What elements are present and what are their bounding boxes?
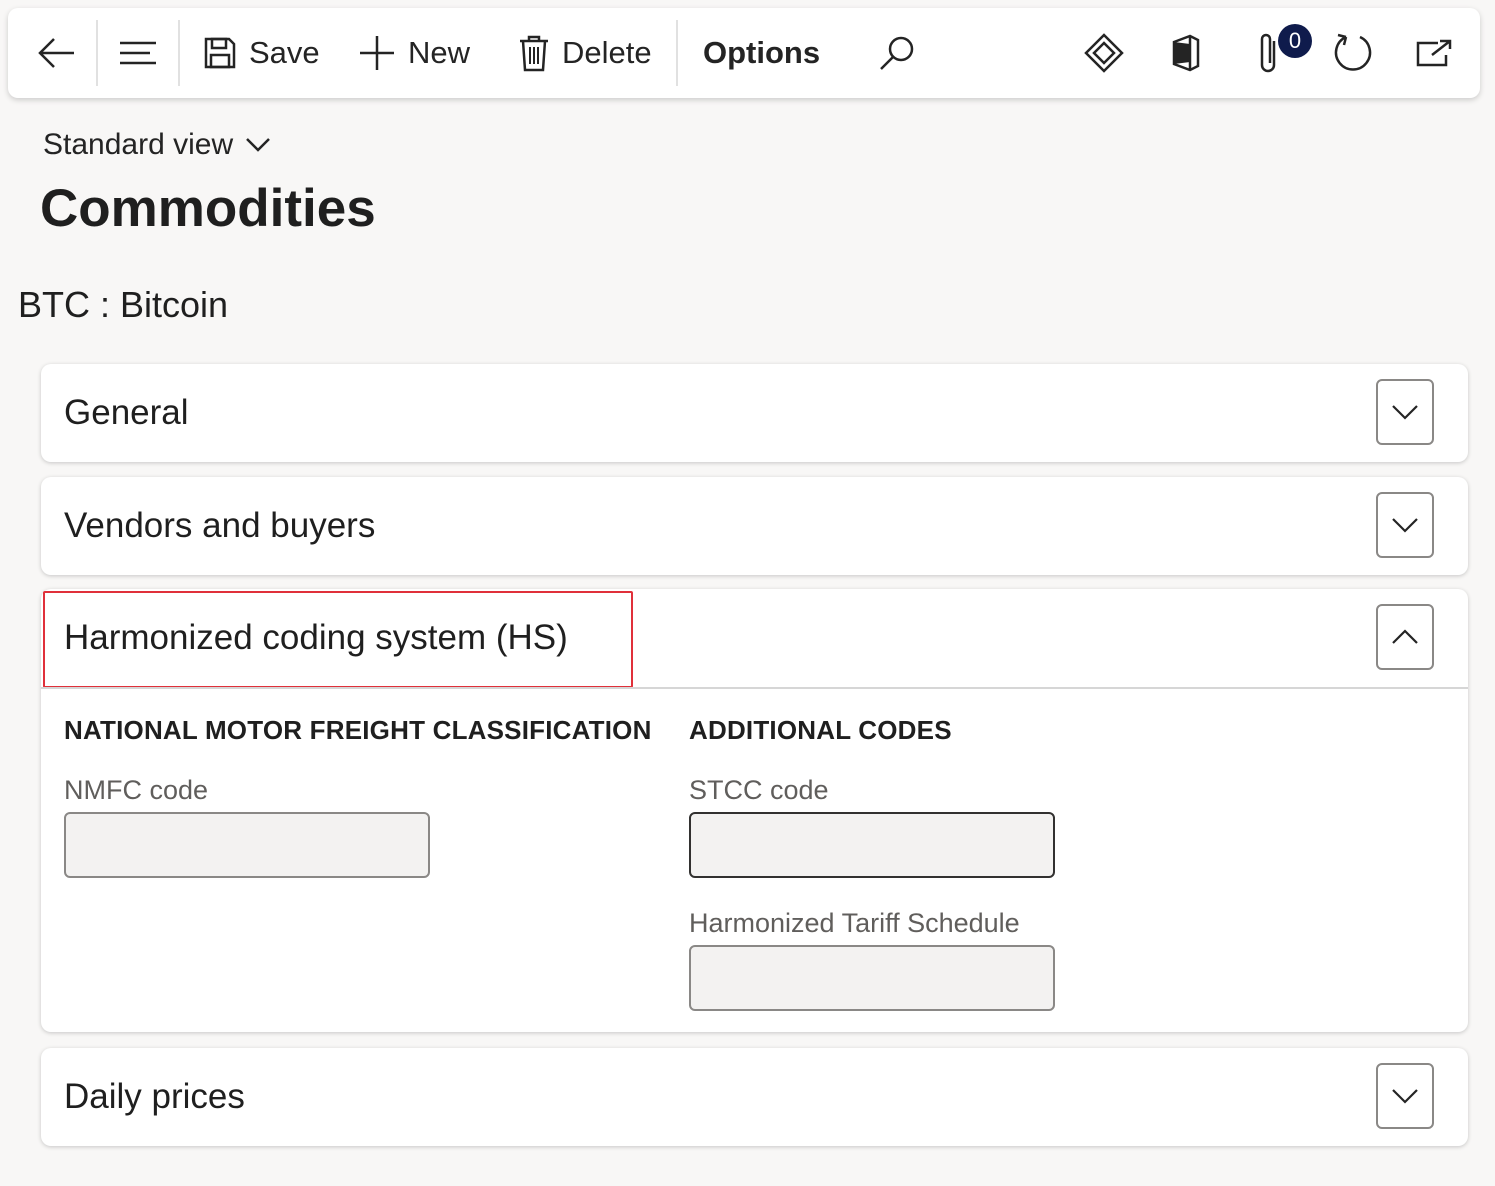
expand-button[interactable] (1376, 492, 1434, 558)
record-title: BTC : Bitcoin (18, 284, 229, 325)
chevron-down-icon (1392, 518, 1418, 533)
fasttab-daily-prices-header[interactable]: Daily prices (41, 1048, 1468, 1146)
toolbar-divider (676, 20, 678, 86)
power-apps-button[interactable] (1084, 8, 1124, 98)
page-title: Commodities (40, 179, 376, 238)
office-button[interactable] (1170, 8, 1202, 98)
save-button[interactable]: Save (203, 8, 320, 98)
fasttab-title: Vendors and buyers (64, 506, 376, 545)
plus-icon (360, 36, 394, 70)
delete-label: Delete (562, 35, 652, 70)
new-button[interactable]: New (358, 8, 470, 98)
office-icon (1172, 34, 1200, 72)
fasttab-hs-body: NATIONAL MOTOR FREIGHT CLASSIFICATION NM… (41, 687, 1468, 1032)
nmfc-code-input[interactable] (64, 812, 430, 878)
additional-codes-group-title: ADDITIONAL CODES (689, 715, 952, 745)
toolbar-divider (96, 20, 98, 86)
save-label: Save (249, 35, 320, 70)
fasttab-daily-prices: Daily prices (41, 1048, 1468, 1146)
new-label: New (408, 35, 471, 70)
delete-button[interactable]: Delete (518, 8, 652, 98)
delete-icon (520, 35, 548, 72)
fasttab-hs-header[interactable]: Harmonized coding system (HS) (41, 589, 1468, 688)
fasttab-general: General (41, 364, 1468, 462)
open-in-new-window-icon (1416, 39, 1452, 67)
stcc-code-label: STCC code (689, 775, 829, 805)
attachment-count-badge: 0 (1278, 24, 1312, 58)
nmfc-code-label: NMFC code (64, 775, 209, 805)
chevron-down-icon (246, 138, 270, 152)
toolbar-divider (178, 20, 180, 86)
refresh-icon (1334, 33, 1372, 71)
fasttab-title: General (64, 393, 189, 432)
options-tab[interactable]: Options (703, 8, 820, 98)
harmonized-tariff-schedule-label: Harmonized Tariff Schedule (689, 908, 1020, 938)
back-button[interactable] (36, 8, 76, 98)
save-icon (204, 37, 236, 69)
view-selector-label: Standard view (43, 128, 234, 161)
menu-button[interactable] (118, 8, 158, 98)
fasttab-general-header[interactable]: General (41, 364, 1468, 462)
chevron-up-icon (1392, 629, 1418, 644)
search-button[interactable] (878, 8, 916, 98)
fasttab-title: Daily prices (64, 1077, 245, 1116)
hamburger-menu-icon (120, 41, 156, 65)
fasttab-title: Harmonized coding system (HS) (64, 618, 568, 657)
fasttab-vendors-header[interactable]: Vendors and buyers (41, 477, 1468, 575)
expand-button[interactable] (1376, 1063, 1434, 1129)
attachments-button[interactable] (1256, 8, 1282, 98)
fasttab-vendors-and-buyers: Vendors and buyers (41, 477, 1468, 575)
back-arrow-icon (38, 38, 74, 68)
view-selector[interactable]: Standard view (43, 128, 271, 162)
search-icon (880, 36, 914, 70)
power-apps-icon (1084, 33, 1124, 73)
refresh-button[interactable] (1332, 8, 1374, 98)
options-label: Options (703, 35, 821, 70)
collapse-button[interactable] (1376, 604, 1434, 670)
chevron-down-icon (1392, 405, 1418, 420)
harmonized-tariff-schedule-input[interactable] (689, 945, 1055, 1011)
expand-button[interactable] (1376, 379, 1434, 445)
chevron-down-icon (1392, 1089, 1418, 1104)
nmfc-group-title: NATIONAL MOTOR FREIGHT CLASSIFICATION (64, 715, 652, 745)
stcc-code-input[interactable] (689, 812, 1055, 878)
action-pane: Save New Delete Options 0 (8, 8, 1480, 98)
open-new-window-button[interactable] (1414, 8, 1454, 98)
fasttab-harmonized-coding-system: Harmonized coding system (HS) NATIONAL M… (41, 589, 1468, 1032)
